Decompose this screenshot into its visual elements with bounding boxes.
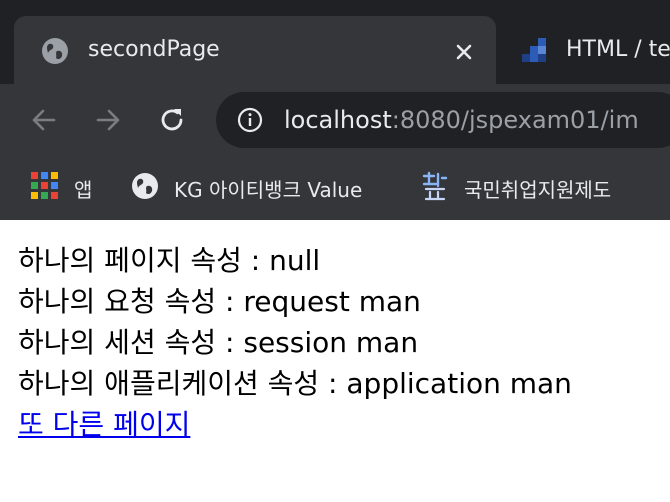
site-logo-icon (420, 170, 450, 206)
application-attribute-line: 하나의 애플리케이션 속성 : application man (18, 367, 572, 400)
url-host: localhost (284, 106, 392, 134)
page-attribute-line: 하나의 페이지 속성 : null (18, 244, 321, 277)
url-text: localhost:8080/jspexam01/im (284, 105, 639, 135)
bookmark-label: KG 아이티뱅크 Value (174, 177, 363, 202)
page-content: 하나의 페이지 속성 : null 하나의 요청 속성 : request ma… (0, 220, 670, 445)
tab-strip: secondPage HTML / te (0, 0, 670, 84)
bookmark-kg[interactable]: KG 아이티뱅크 Value (130, 170, 362, 206)
session-attribute-line: 하나의 세션 속성 : session man (18, 326, 419, 359)
globe-icon (40, 36, 70, 70)
tab-active[interactable]: secondPage (14, 16, 496, 84)
bookmark-employment[interactable]: 국민취업지원제도 (420, 170, 611, 206)
info-icon[interactable] (236, 106, 264, 138)
bookmark-apps[interactable]: 앱 (30, 170, 92, 206)
bookmark-label: 앱 (74, 177, 93, 202)
request-attribute-line: 하나의 요청 속성 : request man (18, 285, 421, 318)
bookmarks-bar: 앱 KG 아이티뱅크 Value 국민취업지원제도 (0, 156, 670, 220)
close-icon[interactable] (450, 38, 478, 66)
tab-title: secondPage (88, 37, 220, 62)
another-page-link[interactable]: 또 다른 페이지 (18, 408, 190, 441)
back-arrow-icon[interactable] (26, 102, 62, 138)
blocks-icon (518, 36, 550, 72)
apps-grid-icon (30, 171, 60, 205)
address-bar[interactable]: localhost:8080/jspexam01/im (216, 92, 670, 148)
url-path: :8080/jspexam01/im (391, 106, 639, 134)
bookmark-label: 국민취업지원제도 (464, 177, 612, 202)
tab-title: HTML / te (566, 37, 670, 62)
forward-arrow-icon[interactable] (90, 102, 126, 138)
browser-chrome: secondPage HTML / te localhost:8080/jspe… (0, 0, 670, 220)
reload-icon[interactable] (154, 102, 190, 138)
globe-icon (130, 171, 160, 205)
toolbar: localhost:8080/jspexam01/im (0, 84, 670, 156)
